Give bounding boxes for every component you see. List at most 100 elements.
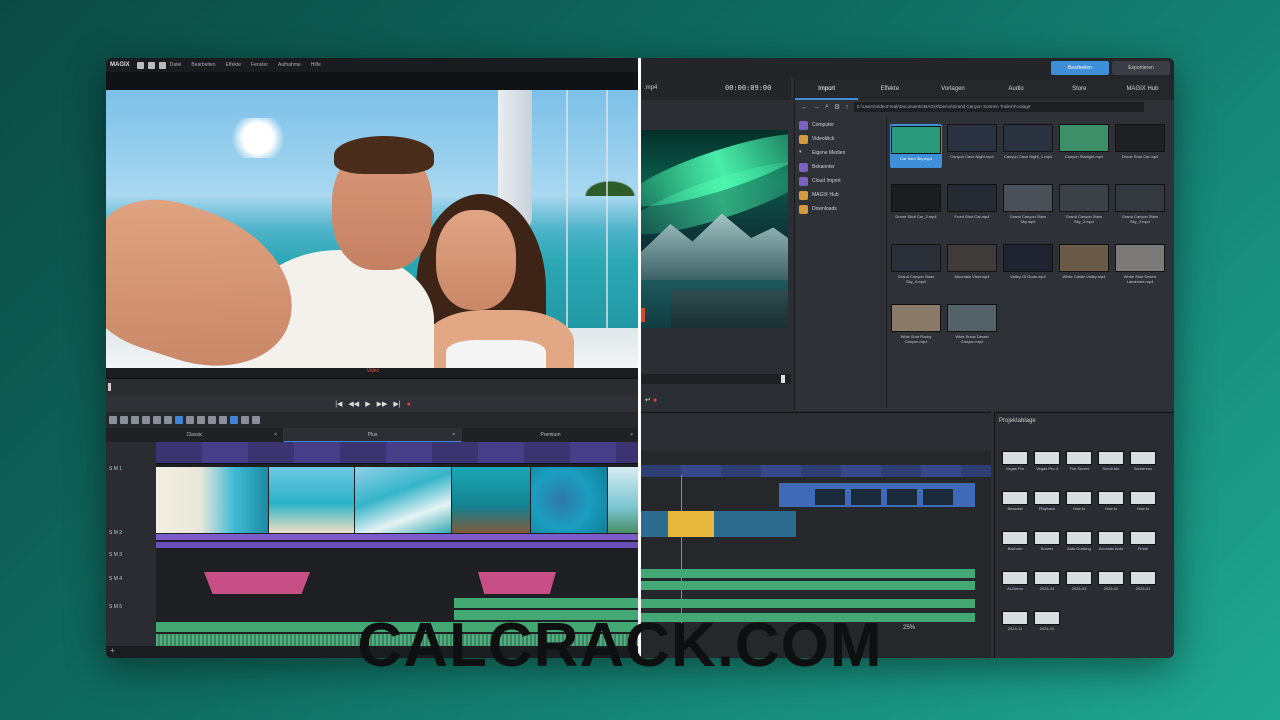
media-thumbnail[interactable]: Grand Canyon Stars Sky_4.mp4 — [890, 244, 942, 288]
video-clip[interactable] — [269, 467, 354, 533]
tab-templates[interactable]: Vorlagen — [921, 78, 984, 100]
media-thumbnail[interactable]: White Castle Valley.mp4 — [1058, 244, 1110, 288]
project-item[interactable]: Vegas Pro — [1001, 451, 1029, 487]
timeline-ruler[interactable] — [641, 465, 991, 477]
gear-icon[interactable]: ⚙ — [834, 103, 840, 111]
media-thumbnail[interactable]: Wide Shot Rocky Canyon.mp4 — [890, 304, 942, 348]
tab-plus[interactable]: Plus × — [284, 428, 462, 442]
project-item[interactable]: Playback — [1033, 491, 1061, 527]
project-item[interactable]: Bewusst — [1001, 491, 1029, 527]
mouse-mode-icon[interactable] — [175, 416, 183, 424]
track-header[interactable]: S M 3 — [106, 552, 156, 558]
search-icon[interactable]: ⌕ — [825, 103, 829, 111]
audio-clip[interactable] — [454, 598, 640, 608]
ripple-icon[interactable] — [241, 416, 249, 424]
video-clip[interactable] — [779, 483, 975, 507]
split-icon[interactable] — [164, 416, 172, 424]
project-item[interactable]: How to — [1065, 491, 1093, 527]
project-item[interactable]: 2025-04 — [1033, 571, 1061, 607]
media-thumbnail[interactable]: Wide Snow Desert Canyon.mp4 — [946, 304, 998, 348]
media-thumbnail[interactable]: Front Shot Car.mp4 — [946, 184, 998, 228]
tab-classic[interactable]: Classic × — [106, 428, 284, 442]
timeline-ruler[interactable] — [156, 442, 640, 464]
media-thumbnail[interactable]: Car from Sky.mp4 — [890, 124, 942, 168]
audio-clip[interactable] — [641, 581, 975, 590]
save-icon[interactable] — [158, 61, 166, 69]
redo-icon[interactable] — [120, 416, 128, 424]
rewind-icon[interactable]: ◀◀ — [348, 400, 359, 408]
menu-item-file[interactable]: Datei — [170, 62, 182, 68]
title-clip[interactable] — [204, 572, 310, 594]
media-thumbnail[interactable]: Drone Shot Car_2.mp4 — [890, 184, 942, 228]
video-clip[interactable] — [156, 467, 268, 533]
project-item[interactable]: Auto Ducking — [1065, 531, 1093, 567]
media-thumbnail[interactable]: Grand Canyon Stars Sky.mp4 — [1002, 184, 1054, 228]
project-item[interactable]: 2025-01 — [1129, 571, 1157, 607]
media-thumbnail[interactable]: Drone Shot Car.mp4 — [1114, 124, 1166, 168]
menu-item-help[interactable]: Hilfe — [311, 62, 321, 68]
source-magix-hub[interactable]: MAGIX Hub — [795, 188, 886, 202]
preview-scrubber[interactable] — [106, 378, 640, 396]
project-item[interactable]: Bachum — [1001, 531, 1029, 567]
jump-icon[interactable]: ↵ — [645, 397, 651, 404]
tab-audio[interactable]: Audio — [985, 78, 1048, 100]
unlink-icon[interactable] — [197, 416, 205, 424]
media-thumbnail[interactable]: Canyon Cave Night_1.mp4 — [1002, 124, 1054, 168]
project-item[interactable]: Screenrec — [1129, 451, 1157, 487]
delete-icon[interactable] — [131, 416, 139, 424]
link-icon[interactable] — [186, 416, 194, 424]
source-videoklick[interactable]: Videoklick — [795, 132, 886, 146]
close-icon[interactable]: × — [452, 428, 455, 442]
video-clip[interactable] — [641, 511, 796, 537]
edit-button[interactable]: Bearbeiten — [1051, 61, 1109, 75]
menu-item-record[interactable]: Aufnahme — [278, 62, 301, 68]
source-cloud-import[interactable]: Cloud Import — [795, 174, 886, 188]
grid-icon[interactable] — [230, 416, 238, 424]
project-item[interactable]: Finde — [1129, 531, 1157, 567]
next-marker-icon[interactable]: ▶| — [393, 400, 400, 408]
export-button[interactable]: Exportieren — [1112, 61, 1170, 75]
tab-premium[interactable]: Premium × — [462, 428, 640, 442]
snap-icon[interactable] — [219, 416, 227, 424]
media-thumbnail[interactable]: Mountain View.mp4 — [946, 244, 998, 288]
cut-icon[interactable] — [153, 416, 161, 424]
project-item[interactable]: Scroll-Me — [1097, 451, 1125, 487]
media-thumbnail[interactable]: Grand Canyon Stars Sky_3.mp4 — [1114, 184, 1166, 228]
project-item[interactable]: Acoustic Auto — [1097, 531, 1125, 567]
close-icon[interactable]: × — [630, 428, 633, 442]
project-item[interactable]: The Secret — [1065, 451, 1093, 487]
title-clip[interactable] — [478, 572, 556, 594]
preview-scrubber[interactable] — [641, 374, 791, 384]
menu-item-effects[interactable]: Effekte — [226, 62, 241, 68]
forward-icon[interactable]: → — [813, 104, 820, 111]
project-item[interactable]: 2025-03 — [1065, 571, 1093, 607]
tab-effects[interactable]: Effekte — [858, 78, 921, 100]
source-own-media[interactable]: ▾ Eigene Medien — [795, 146, 886, 160]
prev-marker-icon[interactable]: |◀ — [335, 400, 342, 408]
close-icon[interactable]: × — [274, 428, 277, 442]
tab-store[interactable]: Store — [1048, 78, 1111, 100]
tab-magix-hub[interactable]: MAGIX Hub — [1111, 78, 1174, 100]
marker-icon[interactable] — [208, 416, 216, 424]
project-item[interactable]: How to — [1129, 491, 1157, 527]
project-item[interactable]: AI-Demo — [1001, 571, 1029, 607]
video-preview-selfie[interactable] — [106, 90, 640, 368]
tab-import[interactable]: Import — [795, 78, 859, 100]
source-downloads[interactable]: Downloads — [795, 202, 886, 216]
project-item[interactable]: How to — [1097, 491, 1125, 527]
play-icon[interactable]: ▶ — [365, 400, 370, 408]
project-item[interactable]: Kurzes — [1033, 531, 1061, 567]
track-header[interactable]: S M 4 — [106, 576, 156, 582]
media-thumbnail[interactable]: Grand Canyon Stars Sky_2.mp4 — [1058, 184, 1110, 228]
source-known[interactable]: Bekannter — [795, 160, 886, 174]
project-item[interactable]: 2025-02 — [1097, 571, 1125, 607]
path-input[interactable]: C:\Users\VideoFreak\Documents\MAGIX\Demo… — [853, 102, 1144, 112]
back-icon[interactable]: ← — [801, 104, 808, 111]
effect-track[interactable] — [156, 534, 640, 540]
track-header[interactable]: S M 1 — [106, 466, 156, 472]
audio-clip[interactable] — [641, 599, 975, 608]
effect-track[interactable] — [156, 542, 640, 548]
project-item[interactable]: Vegas Pro 4 — [1033, 451, 1061, 487]
undo-icon[interactable] — [109, 416, 117, 424]
menu-item-window[interactable]: Fenster — [251, 62, 268, 68]
